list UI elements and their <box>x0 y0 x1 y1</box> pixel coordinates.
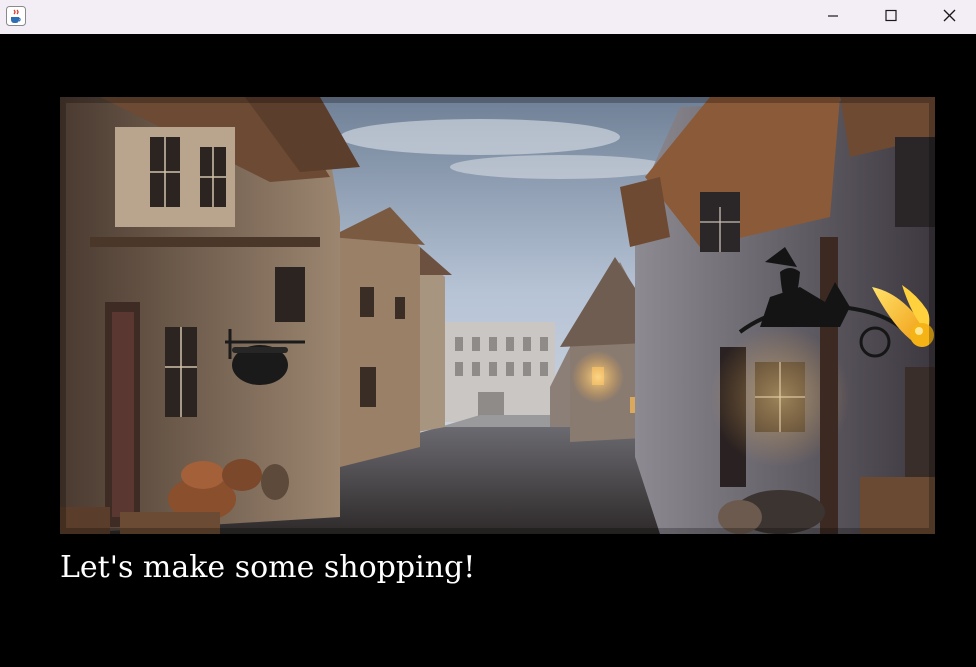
maximize-icon <box>885 9 897 22</box>
minimize-button[interactable] <box>804 0 862 34</box>
minimize-icon <box>828 15 838 17</box>
dialog-text: Let's make some shopping! <box>60 550 476 585</box>
game-window: Let's make some shopping! <box>0 0 976 667</box>
java-cup-icon[interactable] <box>6 6 26 26</box>
game-panel: Let's make some shopping! <box>0 34 976 667</box>
title-bar[interactable] <box>0 0 976 34</box>
close-button[interactable] <box>920 0 976 34</box>
close-icon <box>943 9 956 22</box>
maximize-button[interactable] <box>862 0 920 34</box>
scene-image <box>60 97 935 534</box>
